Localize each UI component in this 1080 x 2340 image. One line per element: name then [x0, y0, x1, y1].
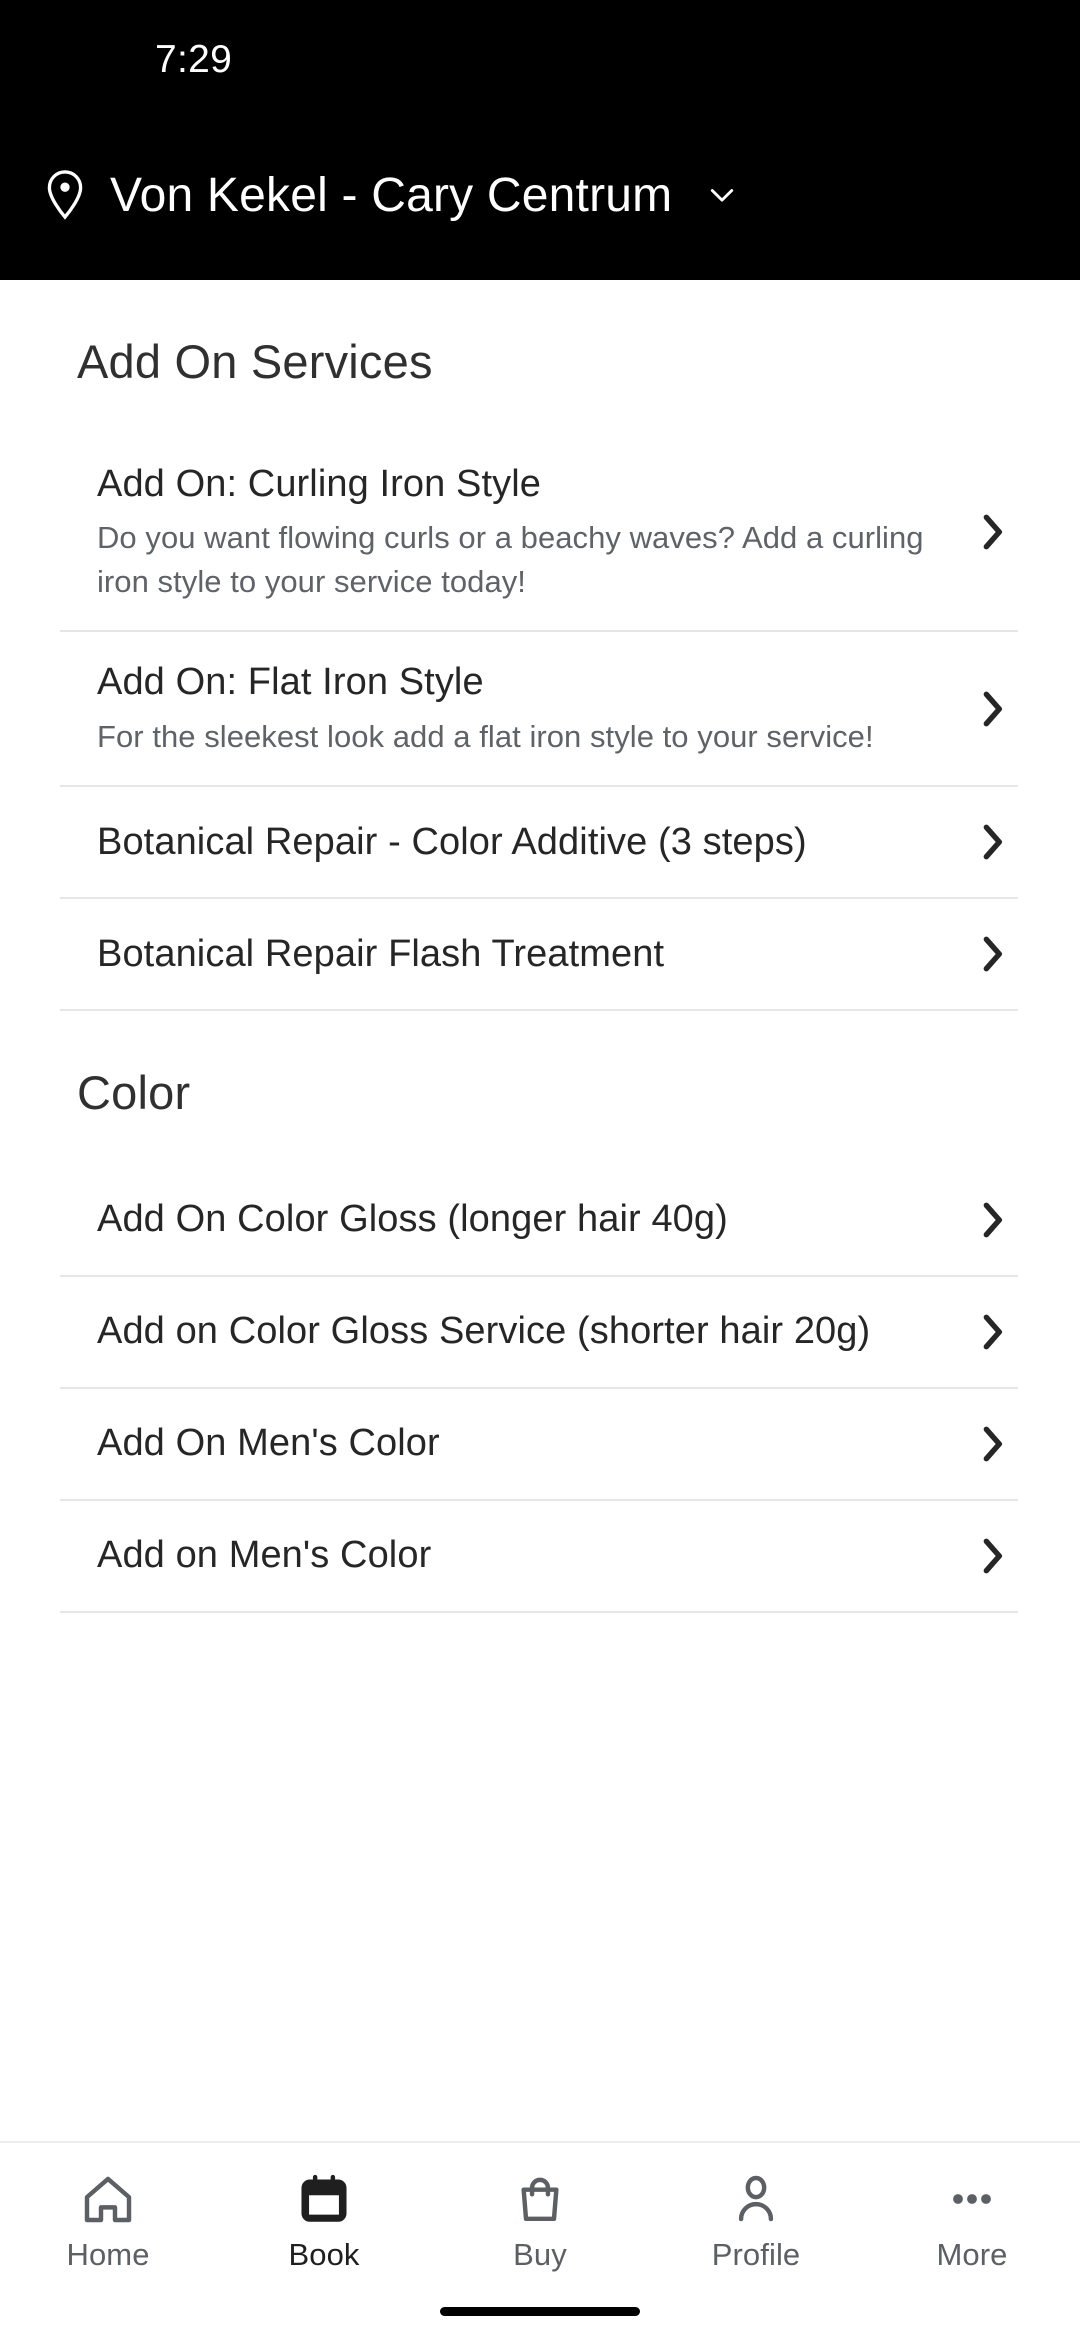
chevron-right-icon[interactable]: [980, 1311, 1006, 1353]
home-icon: [84, 2176, 132, 2223]
nav-tab-profile[interactable]: Profile: [648, 2143, 864, 2273]
service-text-block: Add on Color Gloss Service (shorter hair…: [97, 1281, 980, 1382]
service-text-block: Botanical Repair - Color Additive (3 ste…: [97, 792, 980, 893]
location-name: Von Kekel - Cary Centrum: [110, 168, 673, 222]
service-title: Botanical Repair Flash Treatment: [97, 932, 665, 975]
app-screen: 7:29 Von Kekel - Cary Centrum Add On Ser…: [0, 0, 1080, 2340]
map-pin-icon: [47, 170, 83, 220]
service-list-item[interactable]: Botanical Repair - Color Additive (3 ste…: [0, 787, 1080, 899]
service-text-block: Add On: Flat Iron Style For the sleekest …: [97, 632, 980, 785]
nav-tab-label: Home: [66, 2237, 150, 2272]
service-row[interactable]: Botanical Repair Flash Treatment: [0, 899, 1080, 1009]
service-row[interactable]: Add On: Curling Iron Style Do you want fl…: [0, 434, 1080, 631]
service-description: Do you want flowing curls or a beachy wa…: [97, 520, 924, 600]
nav-tab-label: Profile: [711, 2237, 801, 2272]
service-list-item[interactable]: Add On: Flat Iron Style For the sleekest …: [0, 632, 1080, 787]
service-row[interactable]: Botanical Repair - Color Additive (3 ste…: [0, 787, 1080, 897]
status-bar-time: 7:29: [155, 38, 233, 81]
service-list-item[interactable]: Add On Men's Color: [0, 1389, 1080, 1501]
ellipsis-icon: [953, 2194, 991, 2204]
home-indicator: [440, 2307, 640, 2316]
nav-tab-book[interactable]: Book: [216, 2143, 432, 2273]
section-heading: Color: [77, 1065, 191, 1119]
status-bar: 7:29: [0, 0, 1080, 120]
service-row[interactable]: Add on Men's Color: [0, 1501, 1080, 1611]
chevron-right-icon[interactable]: [980, 933, 1006, 975]
service-row[interactable]: Add On: Flat Iron Style For the sleekest …: [0, 632, 1080, 785]
service-title: Add on Men's Color: [97, 1534, 432, 1577]
nav-tab-buy[interactable]: Buy: [432, 2143, 648, 2273]
service-list-item[interactable]: Add On: Curling Iron Style Do you want fl…: [0, 434, 1080, 633]
nav-tab-label: Book: [288, 2237, 360, 2272]
service-title: Add On: Curling Iron Style: [97, 462, 542, 505]
service-row[interactable]: Add On Color Gloss (longer hair 40g): [0, 1165, 1080, 1275]
nav-tab-more[interactable]: More: [864, 2143, 1080, 2273]
service-list-item[interactable]: Botanical Repair Flash Treatment: [0, 899, 1080, 1011]
chevron-down-icon[interactable]: [704, 177, 740, 213]
service-list-item[interactable]: Add on Color Gloss Service (shorter hair…: [0, 1277, 1080, 1389]
chevron-right-icon[interactable]: [980, 688, 1006, 730]
list-divider: [60, 1610, 1018, 1613]
location-selector[interactable]: Von Kekel - Cary Centrum: [0, 120, 1080, 270]
service-text-block: Add on Men's Color: [97, 1505, 980, 1606]
chevron-right-icon[interactable]: [980, 511, 1006, 553]
shopping-bag-icon: [521, 2177, 559, 2222]
service-description: For the sleekest look add a flat iron st…: [97, 718, 874, 754]
top-bar: 7:29 Von Kekel - Cary Centrum: [0, 0, 1080, 280]
nav-tab-home[interactable]: Home: [0, 2143, 216, 2273]
service-text-block: Add On Men's Color: [97, 1393, 980, 1494]
service-text-block: Add On Color Gloss (longer hair 40g): [97, 1169, 980, 1270]
chevron-right-icon[interactable]: [980, 1423, 1006, 1465]
service-list: Add On: Curling Iron Style Do you want fl…: [0, 434, 1080, 1011]
service-title: Add On: Flat Iron Style: [97, 661, 484, 704]
service-list: Add On Color Gloss (longer hair 40g) Add …: [0, 1165, 1080, 1613]
service-list-scroll[interactable]: Add On Services Add On: Curling Iron Styl…: [0, 280, 1080, 2141]
service-title: Add On Men's Color: [97, 1422, 440, 1465]
service-row[interactable]: Add On Men's Color: [0, 1389, 1080, 1499]
service-list-item[interactable]: Add on Men's Color: [0, 1501, 1080, 1613]
service-title: Botanical Repair - Color Additive (3 ste…: [97, 820, 807, 863]
service-text-block: Botanical Repair Flash Treatment: [97, 904, 980, 1005]
nav-tab-label: Buy: [513, 2237, 567, 2272]
person-icon: [738, 2175, 774, 2222]
chevron-right-icon[interactable]: [980, 1199, 1006, 1241]
service-row[interactable]: Add on Color Gloss Service (shorter hair…: [0, 1277, 1080, 1387]
chevron-right-icon[interactable]: [980, 1535, 1006, 1577]
nav-tab-label: More: [936, 2237, 1008, 2272]
chevron-right-icon[interactable]: [980, 821, 1006, 863]
service-title: Add on Color Gloss Service (shorter hair…: [97, 1310, 871, 1353]
calendar-icon: [301, 2174, 347, 2222]
service-list-item[interactable]: Add On Color Gloss (longer hair 40g): [0, 1165, 1080, 1277]
service-title: Add On Color Gloss (longer hair 40g): [97, 1198, 728, 1241]
bottom-navigation-bar: Home Book Buy Profile More: [0, 2141, 1080, 2340]
section-heading: Add On Services: [77, 335, 433, 388]
service-text-block: Add On: Curling Iron Style Do you want fl…: [97, 434, 980, 631]
